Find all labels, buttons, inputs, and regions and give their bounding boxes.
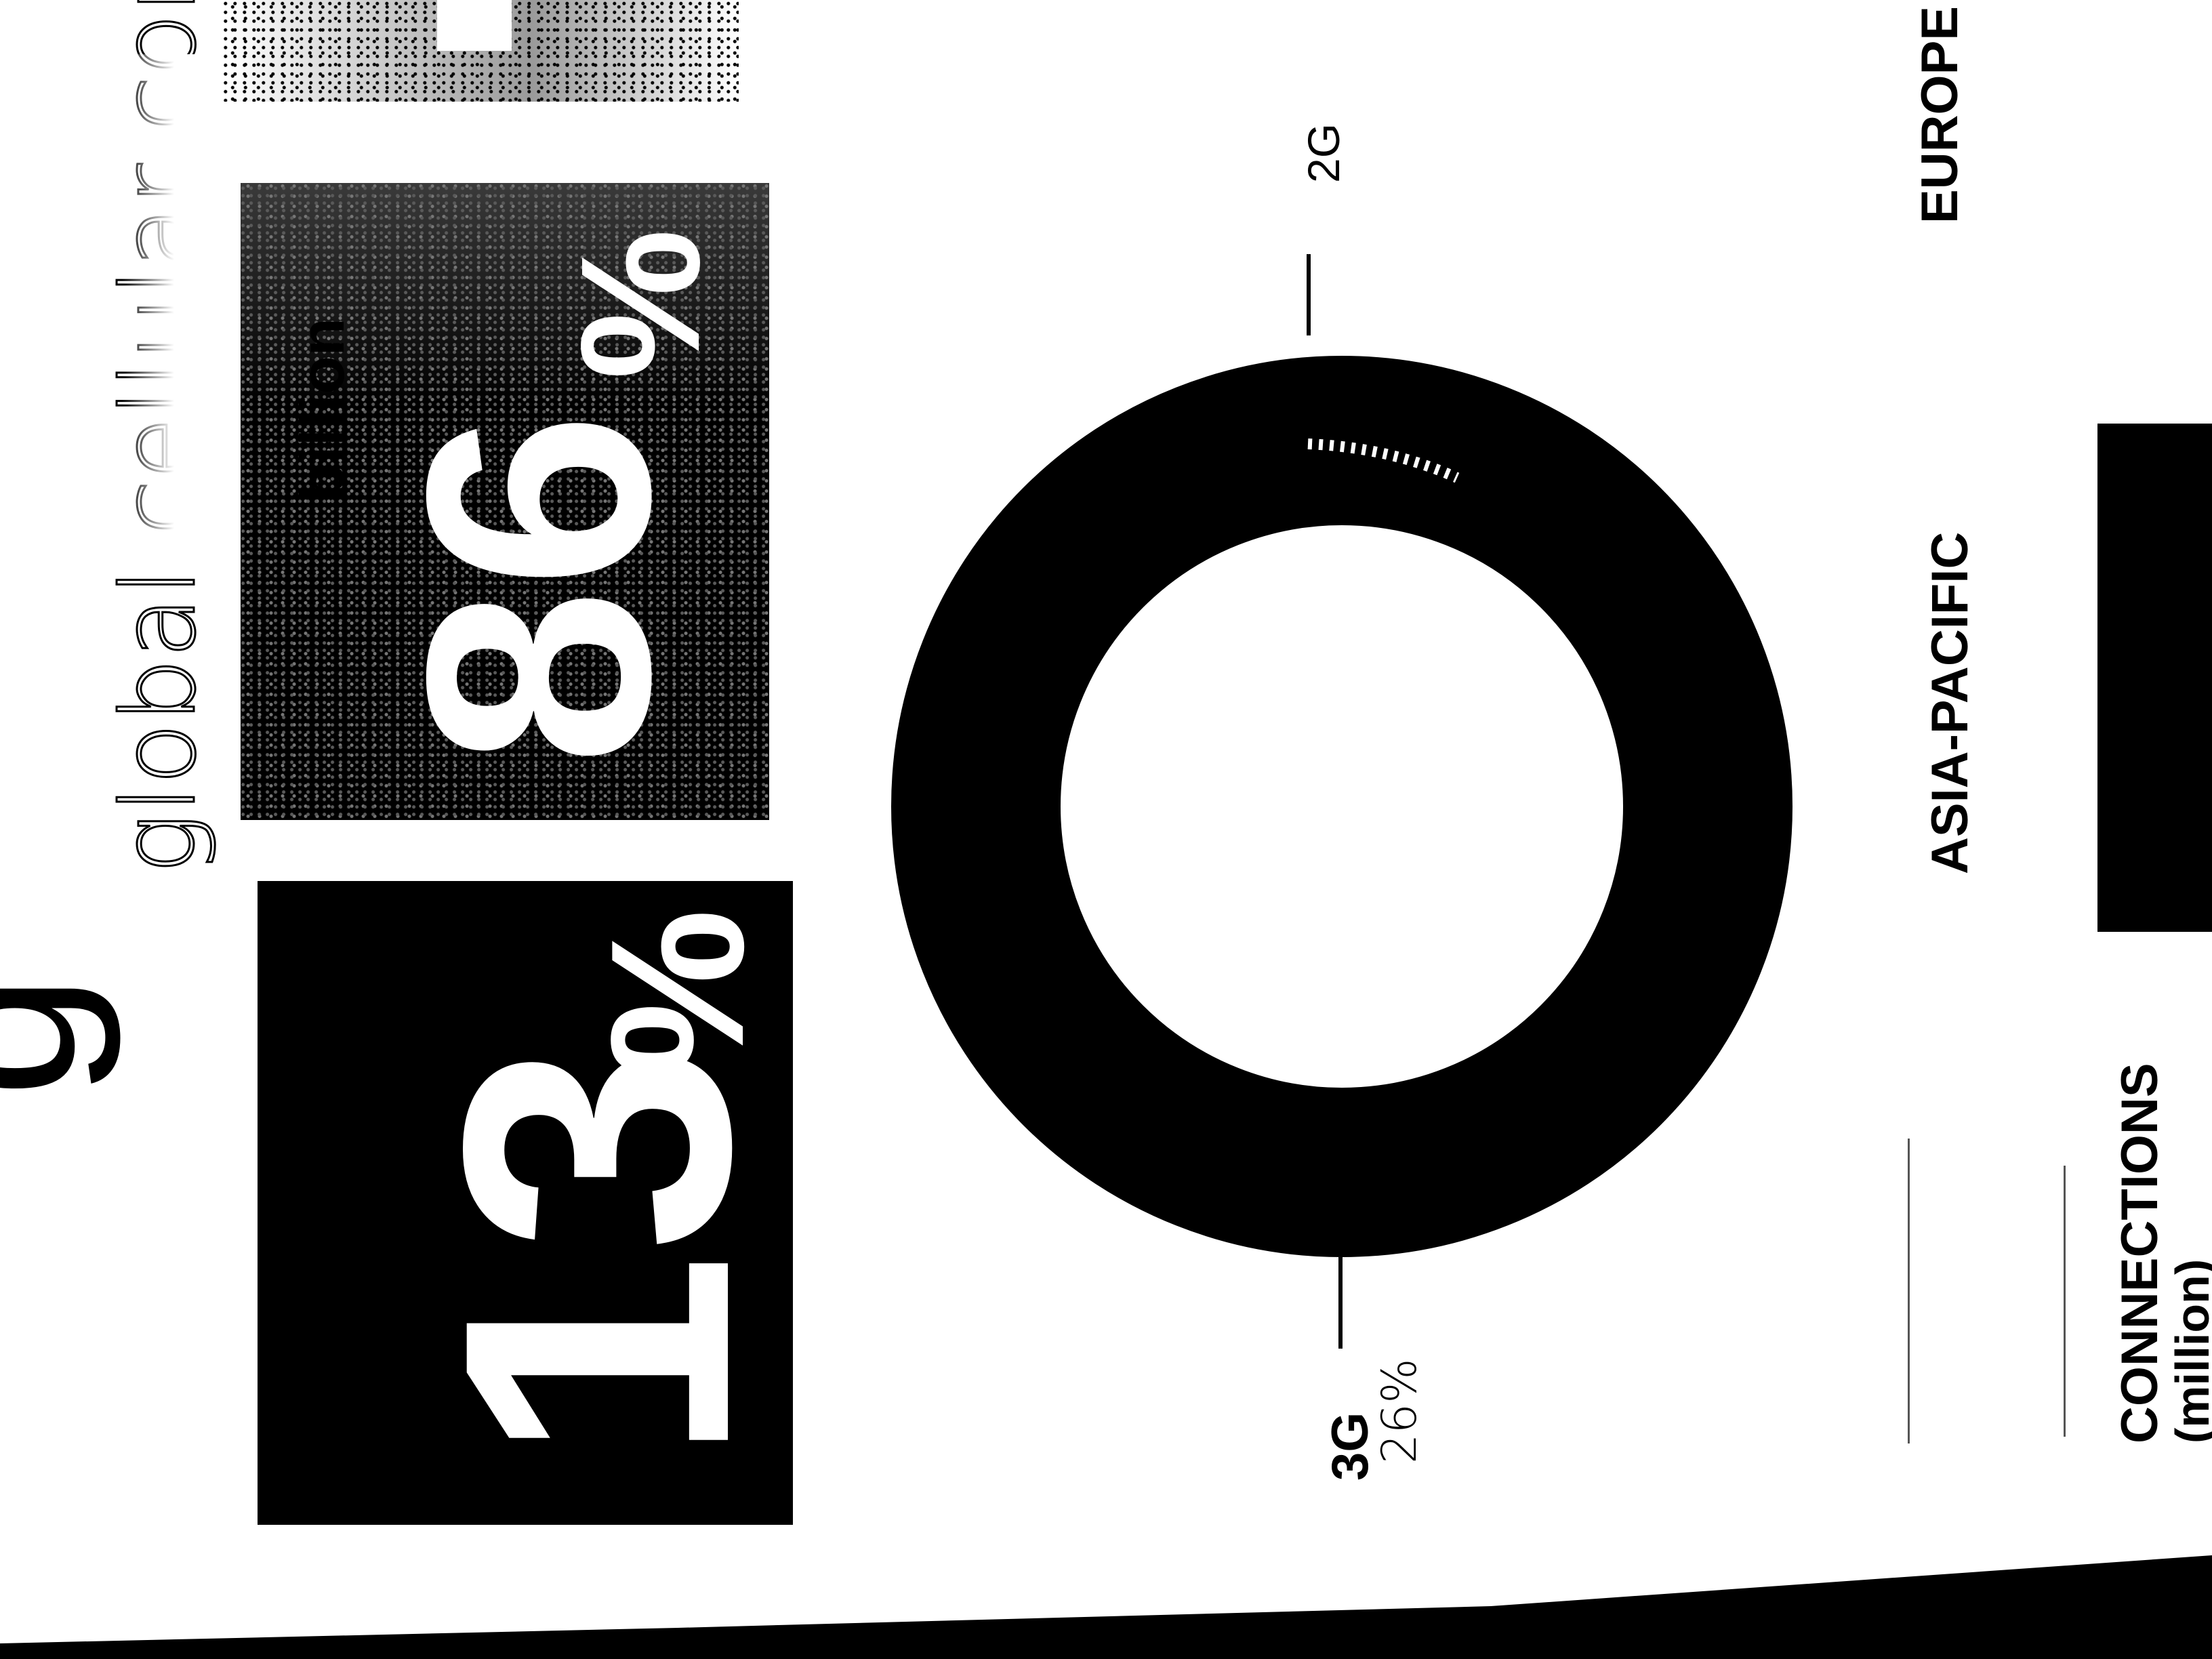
page-heading-fragment: g [0, 973, 121, 1098]
donut-leader-2g [1307, 254, 1311, 335]
subtitle-fade [122, 54, 197, 542]
rule-line [1908, 1139, 1910, 1443]
stat-tile-86-unit: % [546, 228, 735, 380]
region-heading-asia-pacific: ASIA-PACIFIC [1921, 531, 1979, 874]
donut-leader-3g [1338, 1257, 1343, 1349]
donut-ring [891, 356, 1793, 1257]
donut-value-3g: 26% [1372, 1358, 1427, 1464]
stat-tile-13-value: 13 [384, 1042, 808, 1464]
connections-label: CONNECTIONS [2111, 1063, 2169, 1443]
stat-tile-13-unit: % [572, 909, 783, 1078]
donut-chart [891, 356, 1793, 1257]
region-heading-europe: EUROPE [1911, 6, 1969, 224]
photo-strip-highlight [437, 0, 512, 51]
stat-tile-86-label: billion [288, 318, 357, 501]
stat-tile-86-value: 86 [361, 411, 716, 766]
donut-label-2g: 2G [1298, 123, 1349, 183]
connections-bar [2097, 424, 2212, 932]
scanned-page: g global cellular con billion 86 % 13 % … [0, 0, 2212, 1659]
connections-unit: (million) [2166, 1258, 2212, 1443]
rule-line [2064, 1166, 2066, 1437]
donut-label-3g: 3G [1322, 1412, 1379, 1481]
